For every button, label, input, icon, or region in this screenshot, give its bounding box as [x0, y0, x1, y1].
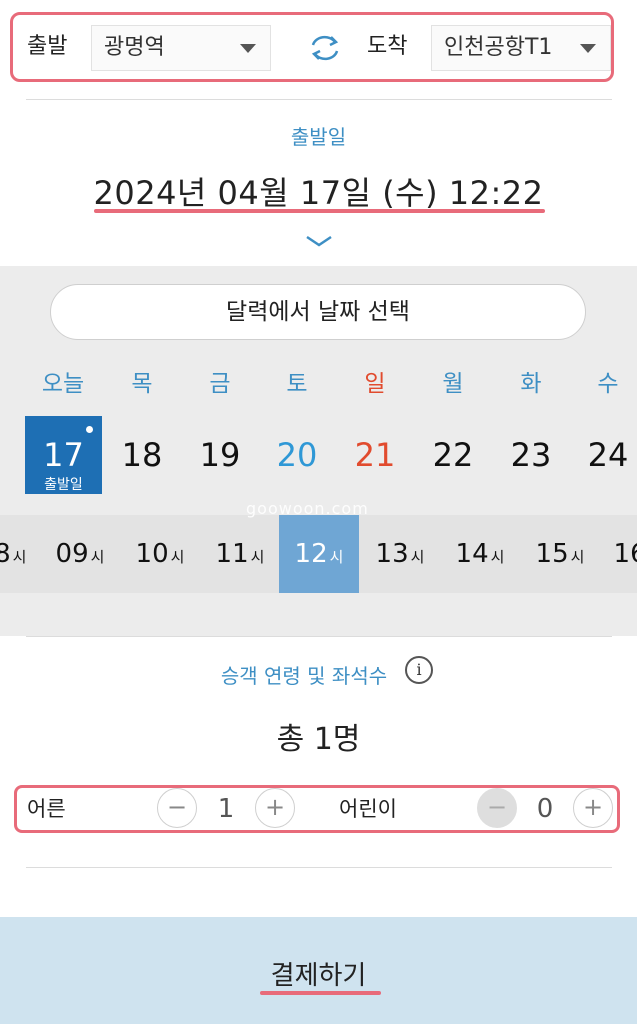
hour-item[interactable]: 14 시: [440, 515, 520, 593]
weekday-sat: 토: [286, 371, 308, 397]
hour-item[interactable]: 15 시: [520, 515, 600, 593]
hour-item[interactable]: 08시: [0, 515, 42, 593]
date-item[interactable]: 24: [578, 436, 637, 474]
hour-item[interactable]: 16시: [598, 515, 637, 593]
departure-section-label: 출발일: [290, 125, 347, 149]
adult-minus-button[interactable]: −: [157, 788, 197, 828]
passenger-total: 총 1명: [276, 722, 361, 757]
hour-item[interactable]: 11 시: [200, 515, 280, 593]
hour-item[interactable]: 09 시: [40, 515, 120, 593]
adult-count: 1: [217, 794, 235, 824]
info-icon[interactable]: i: [405, 656, 433, 684]
child-plus-button[interactable]: +: [573, 788, 613, 828]
departure-label: 출발: [27, 34, 68, 59]
date-number: 17: [43, 436, 84, 474]
pay-button-label: 결제하기: [270, 961, 367, 991]
weekday-sun: 일: [364, 371, 386, 397]
divider: [26, 99, 612, 100]
child-count: 0: [536, 794, 554, 824]
adult-label: 어른: [27, 797, 66, 821]
departure-datetime[interactable]: 2024년 04월 17일 (수) 12:22: [0, 168, 637, 214]
date-item[interactable]: 18: [112, 436, 172, 474]
divider: [26, 867, 612, 868]
weekday-tue: 화: [520, 371, 542, 397]
weekday-thu: 목: [131, 371, 153, 397]
calendar-picker-button[interactable]: 달력에서 날짜 선택: [50, 284, 586, 340]
swap-arrows-icon[interactable]: [305, 33, 345, 63]
watermark: goowoon.com: [246, 499, 369, 518]
departure-station-select[interactable]: 광명역: [91, 25, 271, 71]
datetime-highlight-underline: [94, 209, 545, 213]
hour-item[interactable]: 13 시: [360, 515, 440, 593]
pay-button[interactable]: 결제하기: [0, 917, 637, 1024]
adult-plus-button[interactable]: +: [255, 788, 295, 828]
caret-down-icon: [240, 44, 256, 53]
date-item[interactable]: 22: [423, 436, 483, 474]
arrival-label: 도착: [367, 34, 408, 59]
chevron-down-icon[interactable]: [304, 234, 334, 248]
hour-scroller[interactable]: 08시 09시 10시 11시 12시 13시 14시 15시 16시: [0, 515, 637, 593]
hour-item-selected[interactable]: 12 시: [279, 515, 359, 593]
arrival-station-select[interactable]: 인천공항T1: [431, 25, 611, 71]
hour-item[interactable]: 10 시: [120, 515, 200, 593]
today-dot-icon: [86, 426, 93, 433]
divider: [26, 636, 612, 637]
passenger-section-label: 승객 연령 및 좌석수: [220, 664, 388, 688]
weekday-today: 오늘: [41, 371, 85, 397]
route-selector: 출발 광명역 도착 인천공항T1: [10, 12, 614, 82]
date-item[interactable]: 23: [501, 436, 561, 474]
child-label: 어린이: [339, 797, 397, 821]
date-item-saturday[interactable]: 20: [267, 436, 327, 474]
weekday-wed: 수: [597, 371, 619, 397]
date-selected[interactable]: 17 출발일: [25, 416, 102, 494]
arrival-station-value: 인천공항T1: [444, 35, 553, 60]
departure-station-value: 광명역: [104, 35, 165, 60]
date-item[interactable]: 19: [190, 436, 250, 474]
selected-date-sub-label: 출발일: [44, 477, 83, 493]
child-minus-button[interactable]: −: [477, 788, 517, 828]
date-item-sunday[interactable]: 21: [345, 436, 405, 474]
caret-down-icon: [580, 44, 596, 53]
passenger-counter: 어른 − 1 + 어린이 − 0 +: [14, 785, 620, 833]
weekday-fri: 금: [209, 371, 231, 397]
pay-highlight-underline: [260, 991, 381, 995]
weekday-mon: 월: [442, 371, 464, 397]
